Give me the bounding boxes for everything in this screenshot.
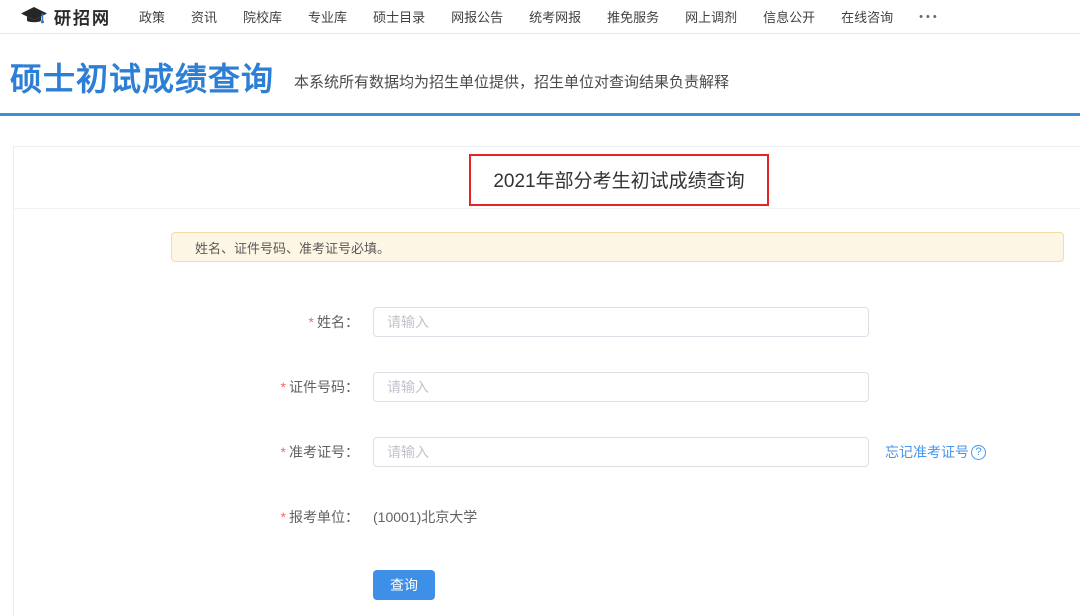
admission-ticket-input[interactable] bbox=[373, 437, 869, 467]
nav-item-policy[interactable]: 政策 bbox=[139, 7, 165, 26]
required-asterisk: * bbox=[309, 314, 314, 330]
graduation-cap-icon bbox=[20, 6, 48, 28]
query-button[interactable]: 查询 bbox=[373, 570, 435, 600]
nav-item-master-catalog[interactable]: 硕士目录 bbox=[373, 7, 425, 26]
nav-item-online-adjustment[interactable]: 网上调剂 bbox=[685, 7, 737, 26]
form-row-name: *姓名： bbox=[171, 307, 1064, 337]
nav-item-exemption-service[interactable]: 推免服务 bbox=[607, 7, 659, 26]
form-row-admission-ticket: *准考证号： 忘记准考证号? bbox=[171, 437, 1064, 467]
nav-item-unified-exam-registration[interactable]: 统考网报 bbox=[529, 7, 581, 26]
card-title: 2021年部分考生初试成绩查询 bbox=[493, 166, 744, 193]
site-logo[interactable]: 研招网 bbox=[20, 4, 111, 29]
name-label: *姓名： bbox=[171, 312, 373, 332]
nav-item-college-library[interactable]: 院校库 bbox=[243, 7, 282, 26]
required-asterisk: * bbox=[281, 444, 286, 460]
top-navigation-bar: 研招网 政策 资讯 院校库 专业库 硕士目录 网报公告 统考网报 推免服务 网上… bbox=[0, 0, 1080, 34]
submit-row: 查询 bbox=[373, 570, 1064, 600]
card-body: 姓名、证件号码、准考证号必填。 *姓名： *证件号码： *准考证号： 忘记准考证… bbox=[14, 209, 1080, 600]
page-title: 硕士初试成绩查询 bbox=[10, 62, 274, 97]
id-number-input[interactable] bbox=[373, 372, 869, 402]
nav-item-online-announcement[interactable]: 网报公告 bbox=[451, 7, 503, 26]
id-number-label: *证件号码： bbox=[171, 377, 373, 397]
nav-more-ellipsis-icon[interactable]: ••• bbox=[919, 11, 940, 23]
form-row-institution: *报考单位： (10001)北京大学 bbox=[171, 502, 1064, 532]
page-subtitle: 本系统所有数据均为招生单位提供，招生单位对查询结果负责解释 bbox=[294, 71, 729, 97]
nav-item-major-library[interactable]: 专业库 bbox=[308, 7, 347, 26]
card-header: 2021年部分考生初试成绩查询 bbox=[14, 147, 1080, 209]
page-header: 硕士初试成绩查询 本系统所有数据均为招生单位提供，招生单位对查询结果负责解释 bbox=[0, 34, 1080, 113]
required-asterisk: * bbox=[281, 509, 286, 525]
forgot-admission-ticket-link[interactable]: 忘记准考证号? bbox=[885, 442, 986, 462]
question-mark-icon: ? bbox=[971, 445, 986, 460]
nav-item-information-disclosure[interactable]: 信息公开 bbox=[763, 7, 815, 26]
red-highlight-annotation: 2021年部分考生初试成绩查询 bbox=[469, 154, 769, 206]
required-fields-notice: 姓名、证件号码、准考证号必填。 bbox=[171, 232, 1064, 262]
site-logo-text: 研招网 bbox=[54, 4, 111, 29]
nav-menu: 政策 资讯 院校库 专业库 硕士目录 网报公告 统考网报 推免服务 网上调剂 信… bbox=[139, 7, 940, 26]
required-asterisk: * bbox=[281, 379, 286, 395]
admission-ticket-label: *准考证号： bbox=[171, 442, 373, 462]
nav-item-online-consultation[interactable]: 在线咨询 bbox=[841, 7, 893, 26]
institution-value: (10001)北京大学 bbox=[373, 507, 477, 527]
header-divider bbox=[0, 113, 1080, 116]
name-input[interactable] bbox=[373, 307, 869, 337]
nav-item-news[interactable]: 资讯 bbox=[191, 7, 217, 26]
score-query-card: 2021年部分考生初试成绩查询 姓名、证件号码、准考证号必填。 *姓名： *证件… bbox=[13, 146, 1080, 616]
form-row-id-number: *证件号码： bbox=[171, 372, 1064, 402]
institution-label: *报考单位： bbox=[171, 507, 373, 527]
